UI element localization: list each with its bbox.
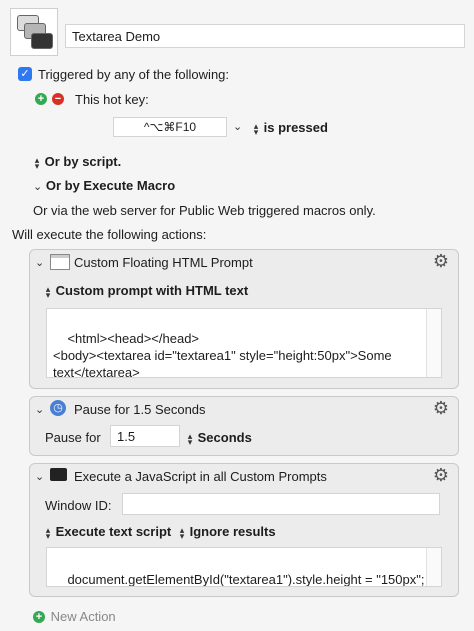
or-by-execute-macro-toggle[interactable]: ⌄ Or by Execute Macro: [33, 178, 175, 193]
hotkey-state-label: is pressed: [263, 120, 328, 135]
action-execute-javascript[interactable]: ⌄ Execute a JavaScript in all Custom Pro…: [29, 463, 459, 597]
window-id-field[interactable]: [122, 493, 440, 515]
prompt-mode-label: Custom prompt with HTML text: [55, 283, 249, 298]
chevron-down-icon[interactable]: ⌄: [233, 120, 242, 133]
action-title: Execute a JavaScript in all Custom Promp…: [74, 469, 327, 484]
scrollbar[interactable]: [426, 548, 441, 586]
html-window-icon: [50, 254, 70, 270]
pause-duration-field[interactable]: 1.5: [110, 425, 180, 447]
macro-name-field[interactable]: Textarea Demo: [65, 24, 465, 48]
or-by-execute-macro-label: Or by Execute Macro: [45, 178, 176, 193]
chevron-down-icon[interactable]: ⌄: [35, 403, 44, 416]
or-by-script-toggle[interactable]: ▴ ▾ Or by script.: [33, 154, 122, 171]
hotkey-state-select[interactable]: ▴ ▾ is pressed: [252, 120, 328, 137]
clock-icon: ◷: [50, 400, 66, 416]
pause-label: Pause for: [45, 430, 101, 445]
chevron-down-icon: ⌄: [33, 181, 43, 193]
html-text-area[interactable]: <html><head></head> <body><textarea id="…: [46, 308, 442, 378]
gear-icon[interactable]: ⚙: [432, 466, 450, 484]
execution-mode-select[interactable]: ▴ ▾ Execute text script: [44, 524, 172, 541]
updown-icon: ▴ ▾: [187, 430, 193, 447]
new-action-button[interactable]: + New Action: [33, 608, 116, 624]
prompt-mode-select[interactable]: ▴ ▾ Custom prompt with HTML text: [44, 283, 249, 300]
new-action-label: New Action: [50, 609, 116, 625]
updown-icon: ▴ ▾: [34, 154, 40, 171]
updown-icon: ▴ ▾: [45, 524, 51, 541]
add-icon: +: [33, 610, 45, 623]
web-server-note: Or via the web server for Public Web tri…: [33, 203, 376, 218]
or-by-script-label: Or by script.: [44, 154, 122, 169]
actions-header: Will execute the following actions:: [12, 227, 207, 242]
chevron-down-icon[interactable]: ⌄: [35, 470, 44, 483]
add-trigger-icon[interactable]: +: [35, 93, 47, 105]
action-title: Custom Floating HTML Prompt: [74, 255, 253, 270]
results-label: Ignore results: [189, 524, 276, 539]
updown-icon: ▴ ▾: [253, 120, 259, 137]
html-text: <html><head></head> <body><textarea id="…: [53, 331, 392, 378]
pause-unit-label: Seconds: [197, 430, 252, 445]
execution-mode-label: Execute text script: [55, 524, 172, 539]
window-id-label: Window ID:: [45, 498, 112, 513]
gear-icon[interactable]: ⚙: [432, 252, 450, 270]
updown-icon: ▴ ▾: [179, 524, 185, 541]
hotkey-label: This hot key:: [75, 92, 149, 107]
pause-unit-select[interactable]: ▴ ▾ Seconds: [186, 430, 252, 447]
terminal-icon: [50, 468, 67, 481]
script-text: document.getElementById("textarea1").sty…: [67, 572, 425, 587]
gear-icon[interactable]: ⚙: [432, 399, 450, 417]
chevron-down-icon[interactable]: ⌄: [35, 256, 44, 269]
script-text-area[interactable]: document.getElementById("textarea1").sty…: [46, 547, 442, 587]
results-select[interactable]: ▴ ▾ Ignore results: [178, 524, 276, 541]
updown-icon: ▴ ▾: [45, 283, 51, 300]
scrollbar[interactable]: [426, 309, 441, 377]
triggered-checkbox[interactable]: ✓: [18, 67, 32, 81]
remove-trigger-icon[interactable]: −: [52, 93, 64, 105]
window-icon: [31, 33, 53, 49]
action-custom-html-prompt[interactable]: ⌄ Custom Floating HTML Prompt ⚙ ▴ ▾ Custo…: [29, 249, 459, 389]
macro-icon[interactable]: [10, 8, 58, 56]
triggered-label: Triggered by any of the following:: [38, 67, 230, 82]
action-pause[interactable]: ⌄ ◷ Pause for 1.5 Seconds ⚙ Pause for 1.…: [29, 396, 459, 456]
action-title: Pause for 1.5 Seconds: [74, 402, 206, 417]
hotkey-field[interactable]: ^⌥⌘F10: [113, 117, 227, 137]
